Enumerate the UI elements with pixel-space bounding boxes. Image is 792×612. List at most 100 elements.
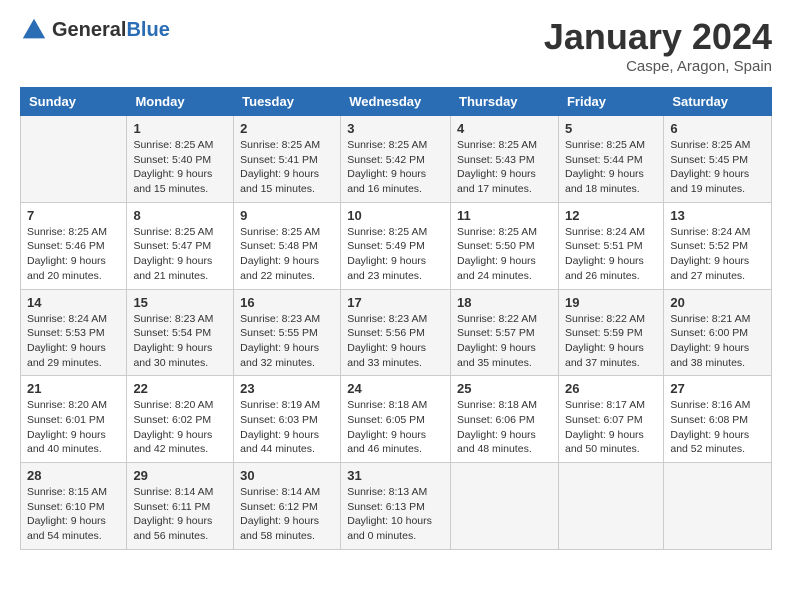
day-number: 19 xyxy=(565,295,657,310)
day-number: 12 xyxy=(565,208,657,223)
day-number: 13 xyxy=(670,208,765,223)
calendar-cell xyxy=(451,463,559,550)
calendar-cell: 21Sunrise: 8:20 AM Sunset: 6:01 PM Dayli… xyxy=(21,376,127,463)
header-tuesday: Tuesday xyxy=(234,88,341,116)
day-info: Sunrise: 8:24 AM Sunset: 5:52 PM Dayligh… xyxy=(670,225,765,284)
day-info: Sunrise: 8:16 AM Sunset: 6:08 PM Dayligh… xyxy=(670,398,765,457)
calendar-cell: 5 Sunrise: 8:25 AM Sunset: 5:44 PM Daylig… xyxy=(558,116,663,203)
header-monday: Monday xyxy=(127,88,234,116)
calendar-cell: 12 Sunrise: 8:24 AM Sunset: 5:51 PM Dayli… xyxy=(558,202,663,289)
day-number: 2 xyxy=(240,121,334,136)
month-title: January 2024 xyxy=(544,16,772,58)
day-info: Sunrise: 8:25 AM Sunset: 5:48 PM Dayligh… xyxy=(240,225,334,284)
calendar-week-1: 1 Sunrise: 8:25 AM Sunset: 5:40 PM Daylig… xyxy=(21,116,772,203)
logo-blue: Blue xyxy=(126,19,169,41)
calendar-cell: 3Sunrise: 8:25 AM Sunset: 5:42 PM Daylig… xyxy=(341,116,451,203)
calendar-cell: 29 Sunrise: 8:14 AM Sunset: 6:11 PM Dayli… xyxy=(127,463,234,550)
calendar-cell: 4 Sunrise: 8:25 AM Sunset: 5:43 PM Daylig… xyxy=(451,116,559,203)
calendar-cell: 7 Sunrise: 8:25 AM Sunset: 5:46 PM Daylig… xyxy=(21,202,127,289)
calendar-cell: 20 Sunrise: 8:21 AM Sunset: 6:00 PM Dayli… xyxy=(664,289,772,376)
day-number: 15 xyxy=(133,295,227,310)
header-wednesday: Wednesday xyxy=(341,88,451,116)
day-info: Sunrise: 8:14 AM Sunset: 6:12 PM Dayligh… xyxy=(240,485,334,544)
day-info: Sunrise: 8:25 AM Sunset: 5:45 PM Dayligh… xyxy=(670,138,765,197)
day-number: 9 xyxy=(240,208,334,223)
calendar: Sunday Monday Tuesday Wednesday Thursday… xyxy=(20,87,772,550)
day-info: Sunrise: 8:25 AM Sunset: 5:43 PM Dayligh… xyxy=(457,138,552,197)
day-info: Sunrise: 8:25 AM Sunset: 5:41 PM Dayligh… xyxy=(240,138,334,197)
calendar-week-5: 28 Sunrise: 8:15 AM Sunset: 6:10 PM Dayli… xyxy=(21,463,772,550)
day-number: 23 xyxy=(240,381,334,396)
calendar-cell: 25Sunrise: 8:18 AM Sunset: 6:06 PM Dayli… xyxy=(451,376,559,463)
calendar-cell: 18Sunrise: 8:22 AM Sunset: 5:57 PM Dayli… xyxy=(451,289,559,376)
day-info: Sunrise: 8:17 AM Sunset: 6:07 PM Dayligh… xyxy=(565,398,657,457)
day-info: Sunrise: 8:22 AM Sunset: 5:57 PM Dayligh… xyxy=(457,312,552,371)
calendar-cell: 16 Sunrise: 8:23 AM Sunset: 5:55 PM Dayli… xyxy=(234,289,341,376)
day-number: 3 xyxy=(347,121,444,136)
day-info: Sunrise: 8:20 AM Sunset: 6:01 PM Dayligh… xyxy=(27,398,120,457)
day-info: Sunrise: 8:23 AM Sunset: 5:54 PM Dayligh… xyxy=(133,312,227,371)
calendar-cell: 1 Sunrise: 8:25 AM Sunset: 5:40 PM Daylig… xyxy=(127,116,234,203)
calendar-cell: 28 Sunrise: 8:15 AM Sunset: 6:10 PM Dayli… xyxy=(21,463,127,550)
calendar-cell: 6 Sunrise: 8:25 AM Sunset: 5:45 PM Daylig… xyxy=(664,116,772,203)
day-info: Sunrise: 8:23 AM Sunset: 5:56 PM Dayligh… xyxy=(347,312,444,371)
day-info: Sunrise: 8:21 AM Sunset: 6:00 PM Dayligh… xyxy=(670,312,765,371)
day-number: 8 xyxy=(133,208,227,223)
day-number: 11 xyxy=(457,208,552,223)
calendar-cell: 23 Sunrise: 8:19 AM Sunset: 6:03 PM Dayli… xyxy=(234,376,341,463)
day-info: Sunrise: 8:25 AM Sunset: 5:47 PM Dayligh… xyxy=(133,225,227,284)
calendar-cell: 13 Sunrise: 8:24 AM Sunset: 5:52 PM Dayli… xyxy=(664,202,772,289)
day-number: 10 xyxy=(347,208,444,223)
day-number: 5 xyxy=(565,121,657,136)
generalblue-icon xyxy=(20,16,48,44)
logo-general: General xyxy=(52,19,126,41)
day-number: 16 xyxy=(240,295,334,310)
calendar-cell: 19 Sunrise: 8:22 AM Sunset: 5:59 PM Dayli… xyxy=(558,289,663,376)
title-block: January 2024 Caspe, Aragon, Spain xyxy=(544,16,772,75)
calendar-cell: 11 Sunrise: 8:25 AM Sunset: 5:50 PM Dayli… xyxy=(451,202,559,289)
day-info: Sunrise: 8:25 AM Sunset: 5:50 PM Dayligh… xyxy=(457,225,552,284)
day-number: 14 xyxy=(27,295,120,310)
day-number: 4 xyxy=(457,121,552,136)
day-info: Sunrise: 8:24 AM Sunset: 5:51 PM Dayligh… xyxy=(565,225,657,284)
day-info: Sunrise: 8:25 AM Sunset: 5:49 PM Dayligh… xyxy=(347,225,444,284)
header-friday: Friday xyxy=(558,88,663,116)
calendar-cell: 14 Sunrise: 8:24 AM Sunset: 5:53 PM Dayli… xyxy=(21,289,127,376)
day-info: Sunrise: 8:18 AM Sunset: 6:06 PM Dayligh… xyxy=(457,398,552,457)
day-info: Sunrise: 8:15 AM Sunset: 6:10 PM Dayligh… xyxy=(27,485,120,544)
day-info: Sunrise: 8:22 AM Sunset: 5:59 PM Dayligh… xyxy=(565,312,657,371)
calendar-week-3: 14 Sunrise: 8:24 AM Sunset: 5:53 PM Dayli… xyxy=(21,289,772,376)
day-info: Sunrise: 8:25 AM Sunset: 5:44 PM Dayligh… xyxy=(565,138,657,197)
header-saturday: Saturday xyxy=(664,88,772,116)
day-number: 30 xyxy=(240,468,334,483)
day-number: 28 xyxy=(27,468,120,483)
day-number: 22 xyxy=(133,381,227,396)
day-info: Sunrise: 8:25 AM Sunset: 5:40 PM Dayligh… xyxy=(133,138,227,197)
day-info: Sunrise: 8:13 AM Sunset: 6:13 PM Dayligh… xyxy=(347,485,444,544)
calendar-cell: 17Sunrise: 8:23 AM Sunset: 5:56 PM Dayli… xyxy=(341,289,451,376)
day-info: Sunrise: 8:24 AM Sunset: 5:53 PM Dayligh… xyxy=(27,312,120,371)
day-number: 20 xyxy=(670,295,765,310)
day-info: Sunrise: 8:25 AM Sunset: 5:46 PM Dayligh… xyxy=(27,225,120,284)
day-number: 24 xyxy=(347,381,444,396)
calendar-cell: 26Sunrise: 8:17 AM Sunset: 6:07 PM Dayli… xyxy=(558,376,663,463)
header-thursday: Thursday xyxy=(451,88,559,116)
calendar-cell xyxy=(21,116,127,203)
day-number: 27 xyxy=(670,381,765,396)
calendar-cell: 31Sunrise: 8:13 AM Sunset: 6:13 PM Dayli… xyxy=(341,463,451,550)
day-info: Sunrise: 8:14 AM Sunset: 6:11 PM Dayligh… xyxy=(133,485,227,544)
day-number: 6 xyxy=(670,121,765,136)
calendar-header-row: Sunday Monday Tuesday Wednesday Thursday… xyxy=(21,88,772,116)
calendar-cell: 30 Sunrise: 8:14 AM Sunset: 6:12 PM Dayli… xyxy=(234,463,341,550)
day-info: Sunrise: 8:23 AM Sunset: 5:55 PM Dayligh… xyxy=(240,312,334,371)
header: GeneralBlue January 2024 Caspe, Aragon, … xyxy=(20,16,772,75)
day-info: Sunrise: 8:19 AM Sunset: 6:03 PM Dayligh… xyxy=(240,398,334,457)
day-number: 1 xyxy=(133,121,227,136)
day-info: Sunrise: 8:20 AM Sunset: 6:02 PM Dayligh… xyxy=(133,398,227,457)
logo: GeneralBlue xyxy=(20,16,170,44)
day-number: 7 xyxy=(27,208,120,223)
calendar-cell: 9 Sunrise: 8:25 AM Sunset: 5:48 PM Daylig… xyxy=(234,202,341,289)
calendar-cell: 10 Sunrise: 8:25 AM Sunset: 5:49 PM Dayli… xyxy=(341,202,451,289)
day-number: 29 xyxy=(133,468,227,483)
logo-text: GeneralBlue xyxy=(52,19,170,42)
